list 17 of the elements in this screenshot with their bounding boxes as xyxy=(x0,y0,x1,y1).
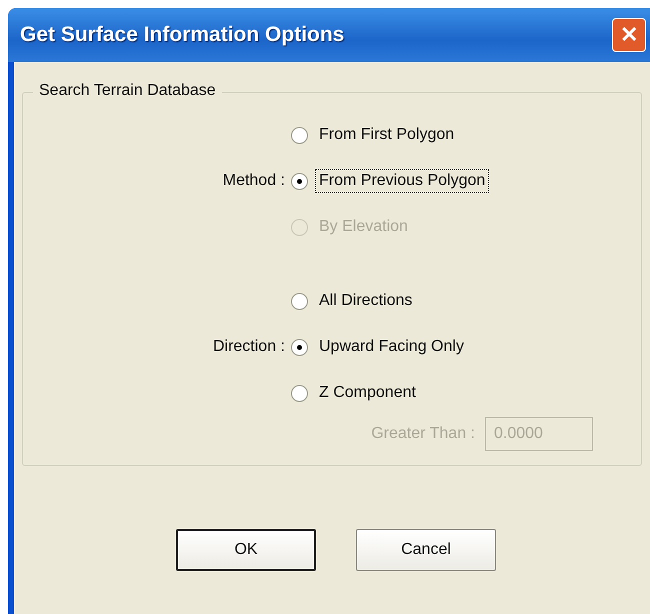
radio-button[interactable] xyxy=(291,172,308,190)
field-label: Greater Than : xyxy=(371,425,475,443)
window-title: Get Surface Information Options xyxy=(20,23,344,47)
radio-label[interactable]: Z Component xyxy=(315,381,420,405)
radio-button[interactable] xyxy=(291,384,308,402)
setting-label: Method : xyxy=(222,172,285,189)
radio-label[interactable]: From Previous Polygon xyxy=(315,169,490,193)
close-button[interactable]: ✕ xyxy=(612,18,646,52)
dialog-button[interactable]: Cancel xyxy=(356,529,496,571)
radio-button[interactable] xyxy=(291,338,308,356)
setting-label: Direction : xyxy=(212,338,285,355)
radio-button[interactable] xyxy=(291,292,308,310)
radio-label[interactable]: Upward Facing Only xyxy=(315,335,468,359)
radio-button[interactable] xyxy=(291,126,308,144)
dialog-button[interactable]: OK xyxy=(176,529,316,571)
radio-label[interactable]: From First Polygon xyxy=(315,123,458,147)
radio-label[interactable]: All Directions xyxy=(315,289,416,313)
